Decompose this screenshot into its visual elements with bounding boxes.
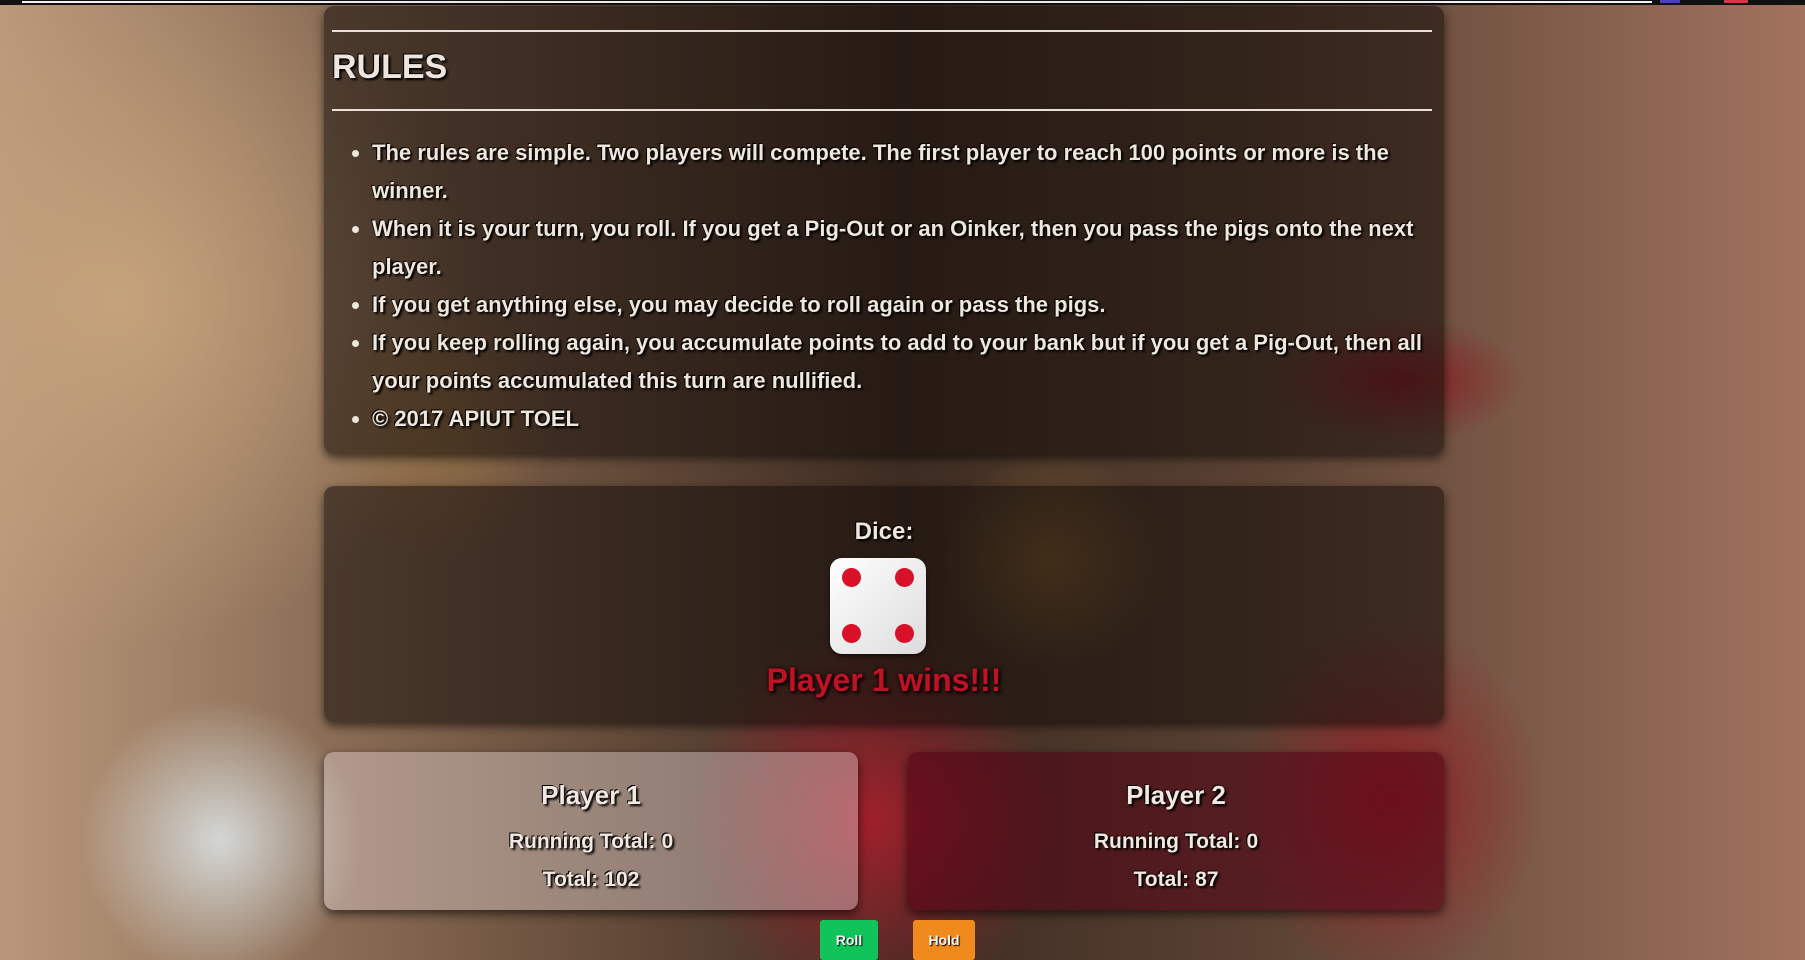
top-bar-line <box>22 1 1652 3</box>
rules-item: If you keep rolling again, you accumulat… <box>372 324 1452 400</box>
running-total-label: Running Total: <box>508 830 656 853</box>
rules-item: When it is your turn, you roll. If you g… <box>372 210 1452 286</box>
player-2-panel: Player 2 Running Total: 0 Total: 87 <box>908 752 1444 910</box>
rules-divider-top <box>332 30 1432 32</box>
rules-panel: RULES The rules are simple. Two players … <box>324 6 1444 454</box>
extension-icon[interactable] <box>1660 0 1680 3</box>
rules-list: The rules are simple. Two players will c… <box>348 134 1452 438</box>
total: Total: 87 <box>908 868 1444 892</box>
die-pip <box>895 624 914 643</box>
die-pip <box>842 624 861 643</box>
rules-item: The rules are simple. Two players will c… <box>372 134 1452 210</box>
die-pip <box>842 568 861 587</box>
rules-divider-bottom <box>332 109 1432 111</box>
running-total-label: Running Total: <box>1093 830 1241 853</box>
running-total-value: 0 <box>1246 830 1259 853</box>
total-value: 102 <box>604 868 640 891</box>
player-1-panel: Player 1 Running Total: 0 Total: 102 <box>324 752 858 910</box>
running-total: Running Total: 0 <box>908 830 1444 854</box>
winner-message: Player 1 wins!!! <box>766 662 1002 698</box>
total-value: 87 <box>1195 868 1219 891</box>
player-name: Player 1 <box>541 780 641 810</box>
total-label: Total: <box>542 868 599 891</box>
total: Total: 102 <box>324 868 858 892</box>
running-total-value: 0 <box>661 830 674 853</box>
player-name: Player 2 <box>1126 780 1226 810</box>
die-pip <box>895 568 914 587</box>
copyright: © 2017 APIUT TOEL <box>372 400 1452 438</box>
dice-label: Dice: <box>854 518 914 545</box>
running-total: Running Total: 0 <box>324 830 858 854</box>
dice-panel: Dice: Player 1 wins!!! <box>324 486 1444 722</box>
extension-icon[interactable] <box>1724 0 1748 3</box>
browser-top-bar <box>0 0 1805 5</box>
dice-image <box>830 558 926 654</box>
rules-item: If you get anything else, you may decide… <box>372 286 1452 324</box>
rules-heading: RULES <box>332 48 448 86</box>
hold-button[interactable]: Hold <box>913 920 975 960</box>
roll-button[interactable]: Roll <box>820 920 878 960</box>
total-label: Total: <box>1133 868 1190 891</box>
